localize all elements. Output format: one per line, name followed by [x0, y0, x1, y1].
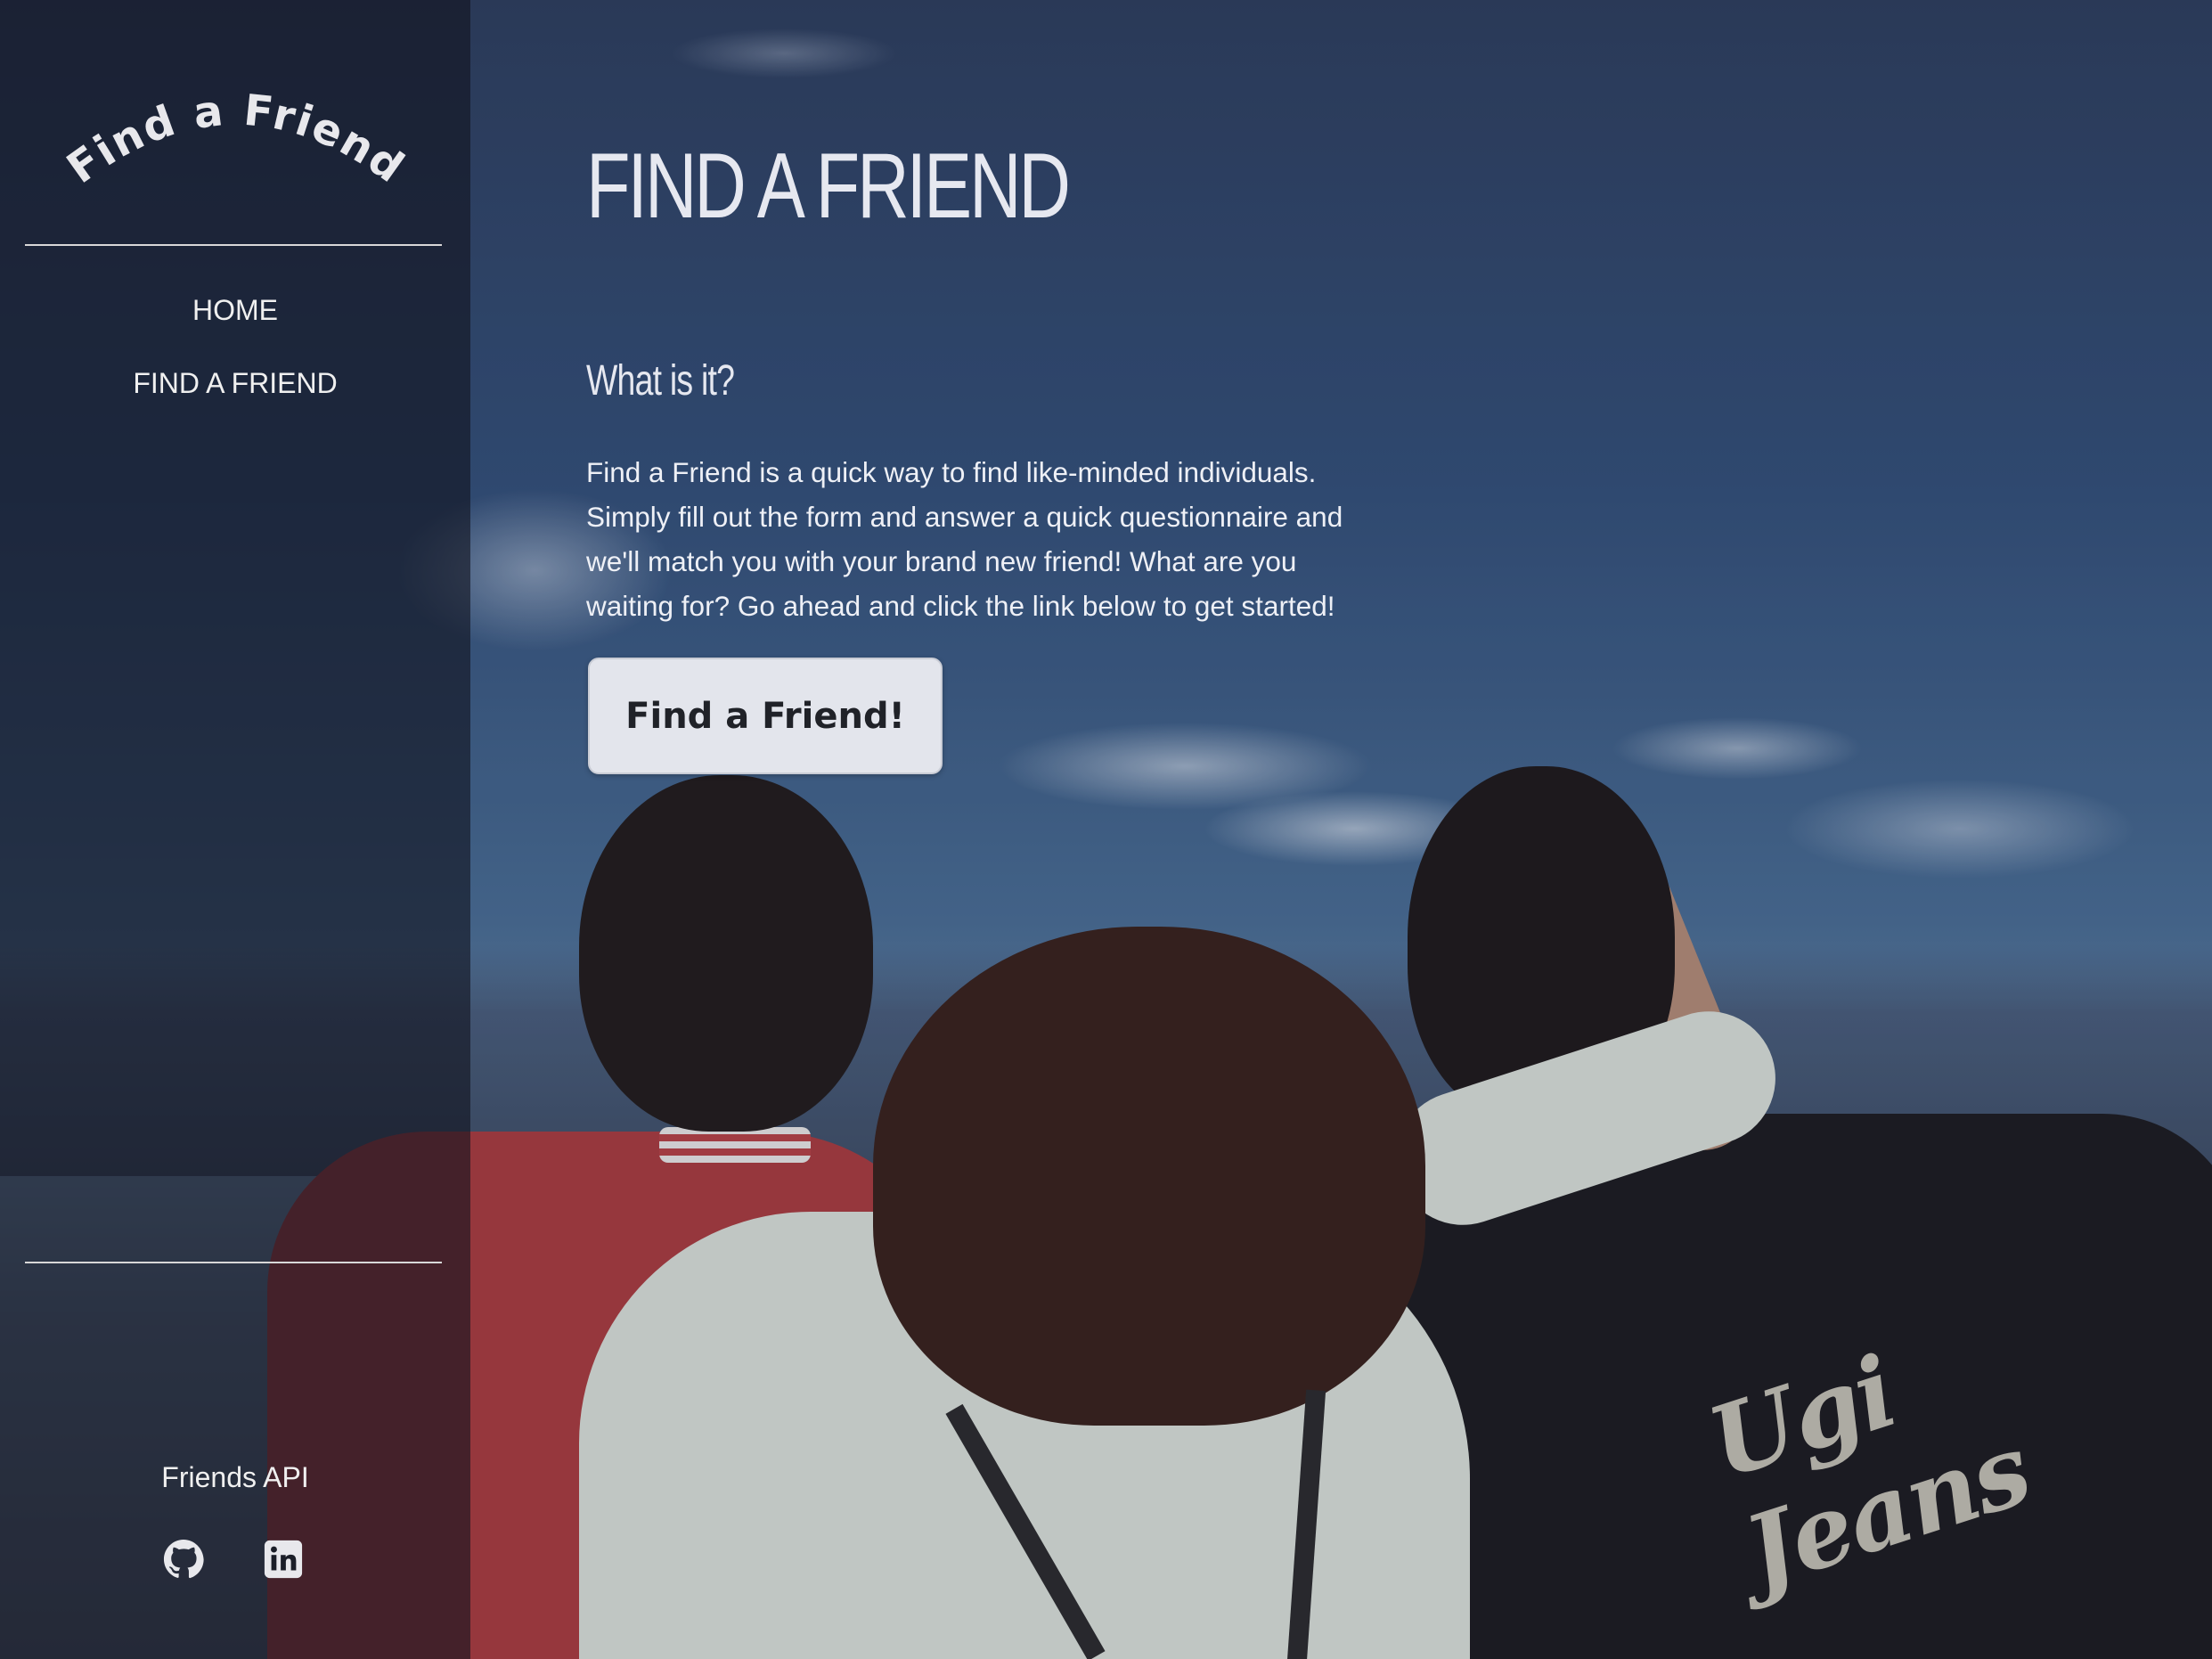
- page-title: FIND A FRIEND: [586, 135, 1071, 238]
- sidebar-divider-top: [25, 244, 442, 246]
- sidebar-divider-bottom: [25, 1262, 442, 1263]
- friends-api-link[interactable]: Friends API: [0, 1461, 470, 1494]
- page: Ugi Jeans - Find a Friend - HOME FIND A …: [0, 0, 2212, 1659]
- linkedin-icon[interactable]: [263, 1539, 304, 1580]
- find-a-friend-button[interactable]: Find a Friend!: [588, 658, 943, 774]
- github-icon[interactable]: [163, 1539, 204, 1580]
- logo-text: - Find a Friend -: [53, 53, 412, 193]
- site-logo[interactable]: - Find a Friend -: [53, 53, 419, 214]
- svg-text:- Find a Friend -: - Find a Friend -: [53, 53, 414, 193]
- sidebar: - Find a Friend - HOME FIND A FRIEND Fri…: [0, 0, 470, 1659]
- section-heading: What is it?: [586, 357, 735, 405]
- intro-description: Find a Friend is a quick way to find lik…: [586, 456, 1343, 622]
- nav-item-find-a-friend[interactable]: FIND A FRIEND: [0, 367, 470, 400]
- nav-item-home[interactable]: HOME: [0, 294, 470, 327]
